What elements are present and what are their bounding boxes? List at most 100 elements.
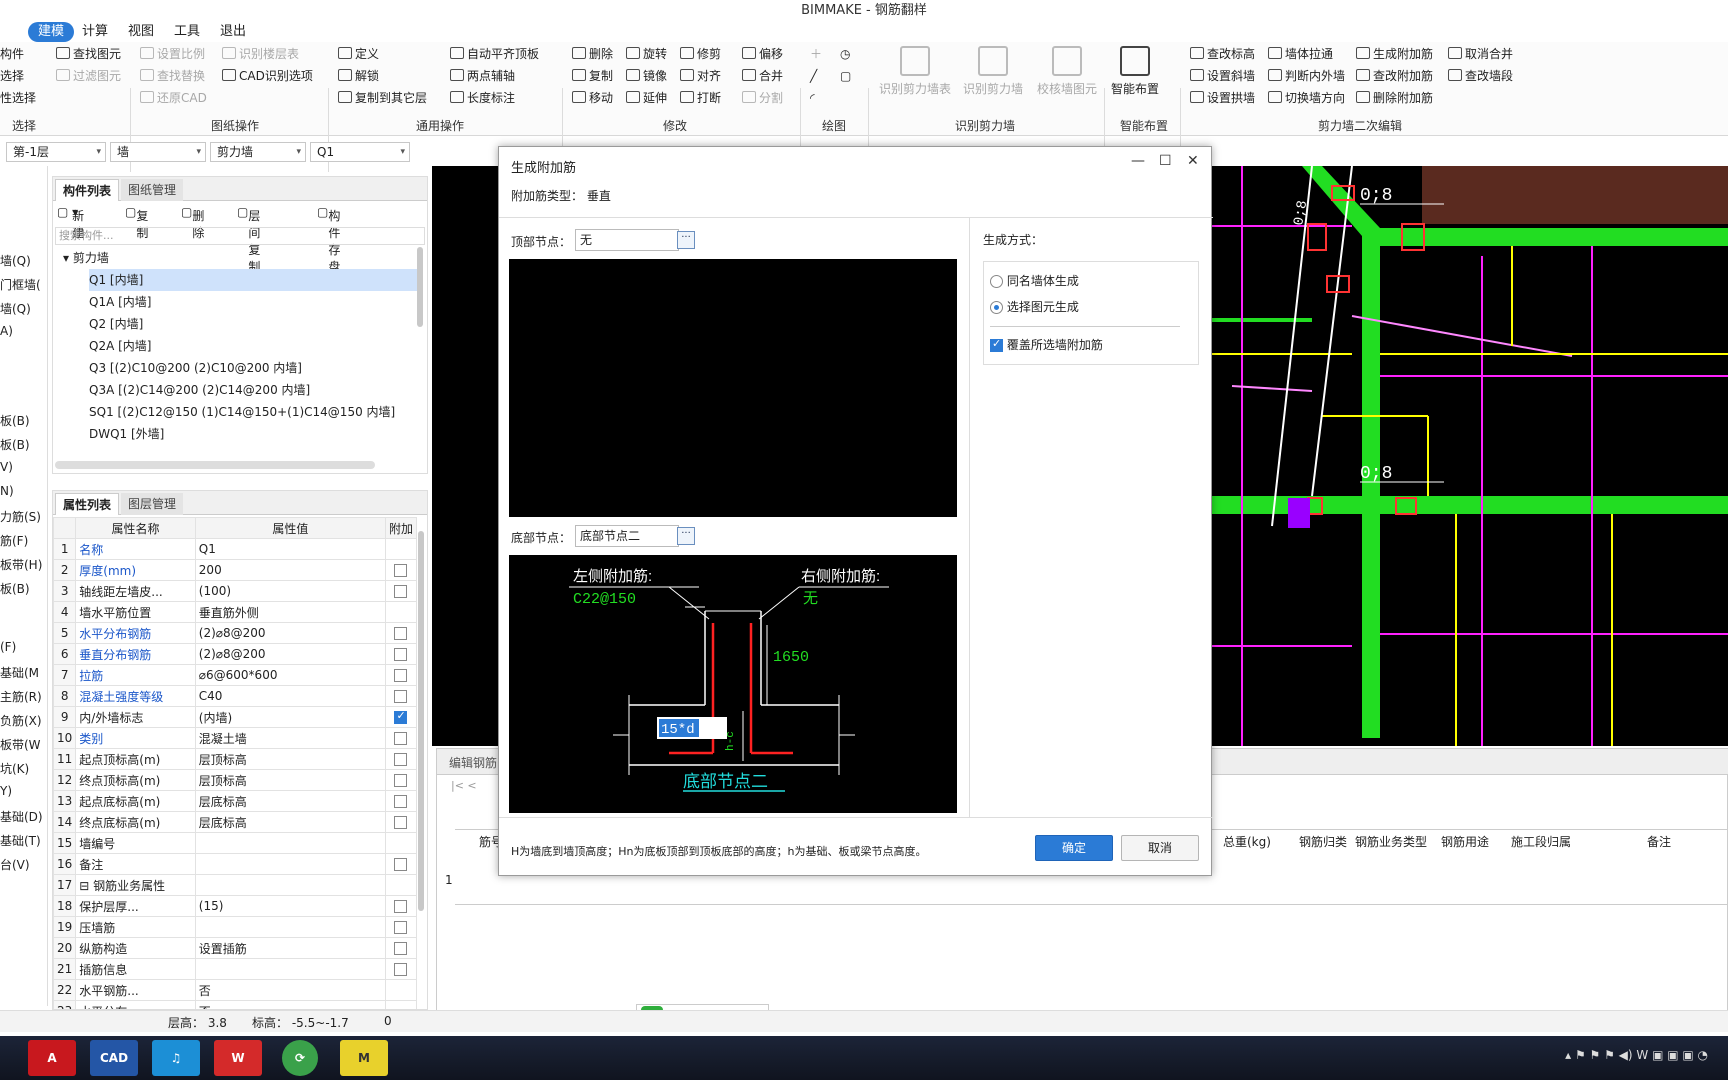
ribbon-filter-element[interactable]: 过滤图元 (56, 66, 121, 86)
attach-checkbox[interactable] (394, 795, 408, 808)
attach-checkbox[interactable] (394, 648, 408, 661)
property-value[interactable]: 设置插筋 (194, 937, 386, 959)
property-row[interactable]: 10 类别 混凝土墙 (53, 727, 418, 749)
tab-component-list[interactable]: 构件列表 (55, 179, 120, 201)
minimize-icon[interactable]: — (1131, 153, 1145, 169)
property-value[interactable]: (2)⌀8@200 (194, 643, 386, 665)
attach-checkbox[interactable] (394, 732, 408, 745)
attach-checkbox[interactable] (394, 690, 408, 703)
draw-circle-icon[interactable]: ◷ (840, 44, 850, 64)
radio-select-element[interactable] (990, 301, 1003, 314)
ribbon-extend[interactable]: 延伸 (626, 88, 667, 108)
property-row[interactable]: 13 起点底标高(m) 层底标高 (53, 790, 418, 812)
property-value[interactable]: ⌀6@600*600 (194, 664, 386, 686)
ribbon-edit-rebar[interactable]: 查改附加筋 (1356, 66, 1433, 86)
attach-checkbox[interactable] (394, 942, 408, 955)
ribbon-cancel-merge[interactable]: 取消合并 (1448, 44, 1513, 64)
draw-line-icon[interactable]: ╱ (810, 66, 817, 86)
property-row[interactable]: 8 混凝土强度等级 C40 (53, 685, 418, 707)
ok-button[interactable]: 确定 (1035, 835, 1113, 861)
horizontal-scrollbar[interactable] (55, 461, 375, 469)
save-component-button[interactable]: ▢ 构件存盘 (317, 205, 340, 274)
property-value[interactable]: (2)⌀8@200 (194, 622, 386, 644)
property-row[interactable]: 22 水平钢筋... 否 (53, 979, 418, 1001)
subtype-select[interactable]: 剪力墙 (210, 142, 306, 162)
property-value[interactable]: (100) (194, 580, 386, 602)
taskbar-autocad[interactable]: A (28, 1040, 76, 1076)
ribbon-define[interactable]: 定义 (338, 44, 379, 64)
tree-group-shearwall[interactable]: ▾ 剪力墙 (63, 247, 109, 269)
smart-layout-button[interactable]: 智能布置 (1108, 46, 1162, 97)
property-row[interactable]: 6 垂直分布钢筋 (2)⌀8@200 (53, 643, 418, 665)
ribbon-find-element[interactable]: 查找图元 (56, 44, 121, 64)
property-value[interactable] (194, 832, 386, 854)
property-value[interactable]: 层顶标高 (194, 769, 386, 791)
component-select[interactable]: Q1 (310, 142, 410, 162)
overwrite-checkbox-row[interactable]: 覆盖所选墙附加筋 (990, 336, 1103, 353)
tree-item[interactable]: Q2A [内墙] (89, 335, 151, 357)
left-tree-item[interactable]: 板(B) (0, 436, 30, 453)
ribbon-floor-table[interactable]: 识别楼层表 (222, 44, 299, 64)
component-search-input[interactable]: 搜索构件... (55, 227, 425, 245)
left-tree-item[interactable]: 板带(W (0, 736, 41, 753)
bottom-node-browse-button[interactable]: ··· (677, 527, 695, 545)
property-value[interactable]: Q1 (194, 538, 386, 560)
delete-button[interactable]: ▢ 删除 (181, 205, 204, 240)
draw-rect-icon[interactable]: ▢ (840, 66, 851, 86)
ribbon-find-replace[interactable]: 查找替换 (140, 66, 205, 86)
property-row[interactable]: 5 水平分布钢筋 (2)⌀8@200 (53, 622, 418, 644)
menu-model[interactable]: 建模 (28, 22, 75, 42)
ribbon-wall-extend[interactable]: 墙体拉通 (1268, 44, 1333, 64)
taskbar-browser[interactable]: ⟳ (282, 1040, 318, 1076)
property-value[interactable]: 层顶标高 (194, 748, 386, 770)
attach-checkbox[interactable] (394, 774, 408, 787)
tree-item[interactable]: DWQ1 [外墙] (89, 423, 164, 445)
property-value[interactable] (194, 853, 386, 875)
ribbon-trim[interactable]: 修剪 (680, 44, 721, 64)
ribbon-prop-select[interactable]: 性选择 (0, 88, 36, 108)
ribbon-auto-align-top[interactable]: 自动平齐顶板 (450, 44, 539, 64)
floor-select[interactable]: 第-1层 (6, 142, 106, 162)
ribbon-select[interactable]: 选择 (0, 66, 24, 86)
tree-item[interactable]: Q3A [(2)C14@200 (2)C14@200 内墙] (89, 379, 310, 401)
attach-checkbox[interactable] (394, 816, 408, 829)
left-tree-item[interactable]: A) (0, 324, 13, 338)
property-row[interactable]: 21 插筋信息 (53, 958, 418, 980)
ribbon-cad-options[interactable]: CAD识别选项 (222, 66, 313, 86)
recognize-wall-button[interactable]: 识别剪力墙 (956, 46, 1030, 97)
property-value[interactable] (194, 958, 386, 980)
tree-item[interactable]: Q1A [内墙] (89, 291, 151, 313)
tab-layer-manage[interactable]: 图层管理 (121, 493, 184, 515)
attach-checkbox[interactable] (394, 627, 408, 640)
left-tree-item[interactable]: 板(B) (0, 580, 30, 597)
taskbar-wps[interactable]: W (214, 1040, 262, 1076)
left-tree-item[interactable]: (F) (0, 640, 16, 654)
ribbon-mirror[interactable]: 镜像 (626, 66, 667, 86)
close-icon[interactable]: ✕ (1187, 153, 1199, 169)
attach-checkbox[interactable] (394, 669, 408, 682)
ribbon-set-scale[interactable]: 设置比例 (140, 44, 205, 64)
property-row[interactable]: 3 轴线距左墙皮... (100) (53, 580, 418, 602)
property-row[interactable]: 17 ⊟ 钢筋业务属性 (53, 874, 418, 896)
ribbon-split[interactable]: 分割 (742, 88, 783, 108)
cancel-button[interactable]: 取消 (1121, 835, 1199, 861)
taskbar-bimmake[interactable]: M (340, 1040, 388, 1076)
ribbon-copy-to-floor[interactable]: 复制到其它层 (338, 88, 427, 108)
type-select[interactable]: 墙 (110, 142, 206, 162)
draw-arc-icon[interactable]: ◜ (810, 88, 815, 108)
nav-first-icon[interactable]: |< < (451, 779, 477, 792)
tree-item[interactable]: Q1 [内墙] (89, 269, 417, 291)
ribbon-generate-rebar[interactable]: 生成附加筋 (1356, 44, 1433, 64)
menu-view[interactable]: 视图 (128, 22, 154, 42)
left-tree-item[interactable]: 基础(D) (0, 808, 43, 825)
ribbon-length-dim[interactable]: 长度标注 (450, 88, 515, 108)
property-value[interactable]: 否 (194, 1000, 386, 1009)
tree-item[interactable]: Q2 [内墙] (89, 313, 143, 335)
attach-checkbox[interactable] (394, 709, 408, 724)
property-value[interactable]: (15) (194, 895, 386, 917)
top-node-field[interactable]: 无 (575, 229, 679, 251)
draw-point-icon[interactable]: ＋ (810, 44, 822, 64)
copy-button[interactable]: ▢ 复制 (125, 205, 148, 240)
left-tree-item[interactable]: 坑(K) (0, 760, 29, 777)
property-value[interactable]: 混凝土墙 (194, 727, 386, 749)
